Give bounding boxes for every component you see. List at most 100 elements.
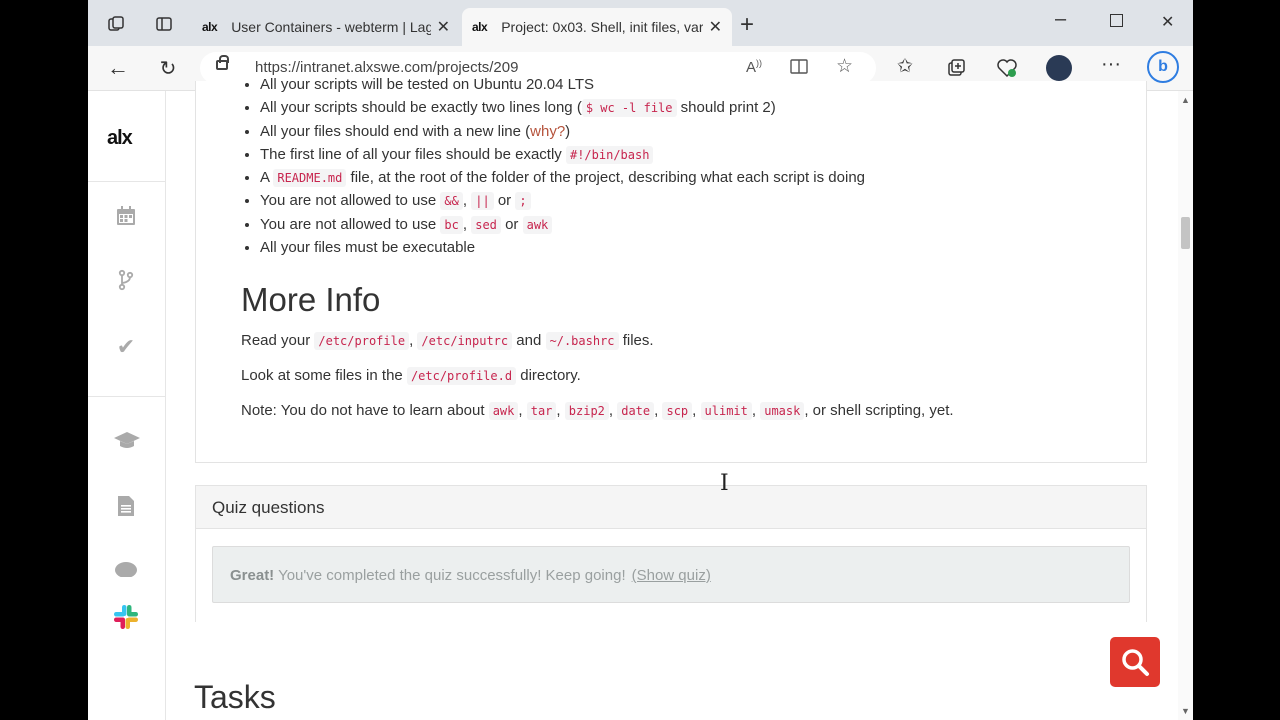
requirement-item: All your files must be executable	[260, 236, 865, 259]
text-fragment: All your files must be executable	[260, 239, 476, 257]
tasks-heading: Tasks	[194, 679, 276, 715]
new-tab-icon[interactable]: +	[740, 13, 754, 37]
chat-icon[interactable]	[113, 561, 139, 577]
text-fragment: ,	[518, 402, 527, 419]
divider	[88, 181, 165, 182]
text-fragment: and	[512, 332, 546, 349]
text-fragment: Look at some files in the	[241, 367, 407, 384]
back-icon[interactable]: ←	[105, 55, 131, 81]
close-tab-icon[interactable]: ✕	[709, 17, 722, 37]
inline-code: bzip2	[564, 402, 609, 420]
graduation-cap-icon[interactable]	[113, 429, 140, 455]
why-link[interactable]: why?	[530, 123, 565, 140]
text-fragment: You are not allowed to use	[260, 215, 441, 233]
inline-code: awk	[488, 402, 519, 420]
text-fragment: files.	[618, 332, 654, 349]
inline-code: ~/.bashrc	[545, 332, 619, 350]
text-fragment: )	[565, 122, 571, 140]
search-button[interactable]	[1110, 637, 1160, 687]
left-sidebar: alx ✔	[88, 91, 166, 720]
inline-code: sed	[471, 215, 501, 234]
workspaces-icon[interactable]	[102, 10, 130, 38]
text-fragment: A	[260, 169, 274, 187]
main-content: All your scripts will be tested on Ubunt…	[166, 76, 1178, 720]
close-tab-icon[interactable]: ✕	[437, 17, 450, 37]
collections-icon[interactable]	[946, 58, 966, 83]
requirement-item: You are not allowed to use &&, || or ;	[260, 189, 865, 212]
requirement-item: All your scripts should be exactly two l…	[260, 96, 865, 119]
quiz-bold: Great!	[230, 567, 275, 584]
text-fragment: or	[500, 215, 523, 233]
browser-window: alx User Containers - webterm | Lage ✕ a…	[88, 0, 1193, 720]
info-paragraph: Read your /etc/profile, /etc/inputrc and…	[241, 332, 654, 350]
document-icon[interactable]	[113, 495, 139, 521]
tab-project[interactable]: alx Project: 0x03. Shell, init files, va…	[462, 8, 732, 46]
alx-logo[interactable]: alx	[107, 127, 133, 150]
tab-strip: alx User Containers - webterm | Lage ✕ a…	[88, 0, 1193, 46]
text-fragment: ,	[692, 402, 701, 419]
text-fragment: ,	[462, 215, 472, 233]
quiz-success-alert: Great! You've completed the quiz success…	[212, 546, 1130, 603]
text-fragment: ,	[556, 402, 565, 419]
tab-actions-icon[interactable]	[150, 10, 178, 38]
show-quiz-link[interactable]: (Show quiz)	[632, 567, 711, 584]
favorites-icon[interactable]: ✩	[897, 55, 913, 78]
quiz-message: Great! You've completed the quiz success…	[230, 567, 711, 584]
text-fragment: file, at the root of the folder of the p…	[346, 169, 866, 187]
text-fragment: Read your	[241, 332, 315, 349]
inline-code: umask	[760, 402, 805, 420]
info-paragraph: Note: You do not have to learn about awk…	[241, 402, 954, 420]
requirements-list: All your scripts will be tested on Ubunt…	[242, 73, 865, 259]
search-icon	[1122, 649, 1149, 676]
inline-code: ;	[515, 192, 531, 211]
slack-icon[interactable]	[112, 603, 140, 631]
requirement-item: A README.md file, at the root of the fol…	[260, 166, 865, 189]
more-info-heading: More Info	[241, 281, 381, 318]
inline-code: ||	[471, 192, 494, 211]
divider	[88, 396, 165, 397]
inline-code: #!/bin/bash	[565, 145, 654, 164]
scrollbar[interactable]: ▲ ▼	[1178, 91, 1193, 720]
maximize-icon[interactable]	[1110, 14, 1123, 27]
tab-title: Project: 0x03. Shell, init files, varia	[501, 19, 703, 35]
lock-icon[interactable]	[216, 55, 229, 70]
info-paragraph: Look at some files in the /etc/profile.d…	[241, 367, 581, 385]
refresh-icon[interactable]: ↻	[155, 55, 181, 81]
bing-copilot-icon[interactable]: b	[1147, 51, 1179, 83]
inline-code: ulimit	[700, 402, 752, 420]
check-icon[interactable]: ✔	[113, 334, 139, 360]
inline-code: README.md	[273, 169, 347, 188]
profile-avatar[interactable]	[1046, 55, 1072, 81]
inline-code: awk	[522, 215, 553, 234]
inline-code: /etc/profile.d	[406, 367, 517, 385]
text-fragment: You are not allowed to use	[260, 192, 441, 210]
alx-favicon-icon: alx	[202, 20, 218, 34]
text-cursor-icon: I	[720, 471, 729, 496]
inline-code: scp	[662, 402, 693, 420]
text-fragment: ,	[462, 192, 472, 210]
requirement-item: The first line of all your files should …	[260, 143, 865, 166]
text-fragment: The first line of all your files should …	[260, 145, 566, 163]
scrollbar-thumb[interactable]	[1181, 217, 1190, 249]
close-window-icon[interactable]: ✕	[1161, 12, 1174, 32]
git-branch-icon[interactable]	[113, 269, 139, 295]
inline-code: tar	[526, 402, 557, 420]
scroll-up-icon[interactable]: ▲	[1181, 95, 1190, 105]
more-options-icon[interactable]: ···	[1101, 53, 1121, 76]
inline-code: bc	[440, 215, 463, 234]
text-fragment: ,	[751, 402, 761, 419]
inline-code: /etc/profile	[314, 332, 410, 350]
text-fragment: or	[493, 192, 516, 210]
requirement-item: All your files should end with a new lin…	[260, 120, 865, 143]
description-panel: All your scripts will be tested on Ubunt…	[195, 76, 1147, 463]
tab-user-containers[interactable]: alx User Containers - webterm | Lage ✕	[192, 8, 460, 46]
requirement-item: You are not allowed to use bc, sed or aw…	[260, 213, 865, 236]
text-fragment: All your scripts will be tested on Ubunt…	[260, 76, 595, 93]
text-fragment: All your scripts should be exactly two l…	[260, 99, 582, 117]
scroll-down-icon[interactable]: ▼	[1181, 706, 1190, 716]
inline-code: $ wc -l file	[581, 99, 677, 118]
calendar-icon[interactable]	[113, 205, 139, 231]
browser-essentials-icon[interactable]	[996, 58, 1018, 83]
minimize-icon[interactable]: –	[1055, 8, 1066, 31]
requirement-item: All your scripts will be tested on Ubunt…	[260, 73, 865, 96]
